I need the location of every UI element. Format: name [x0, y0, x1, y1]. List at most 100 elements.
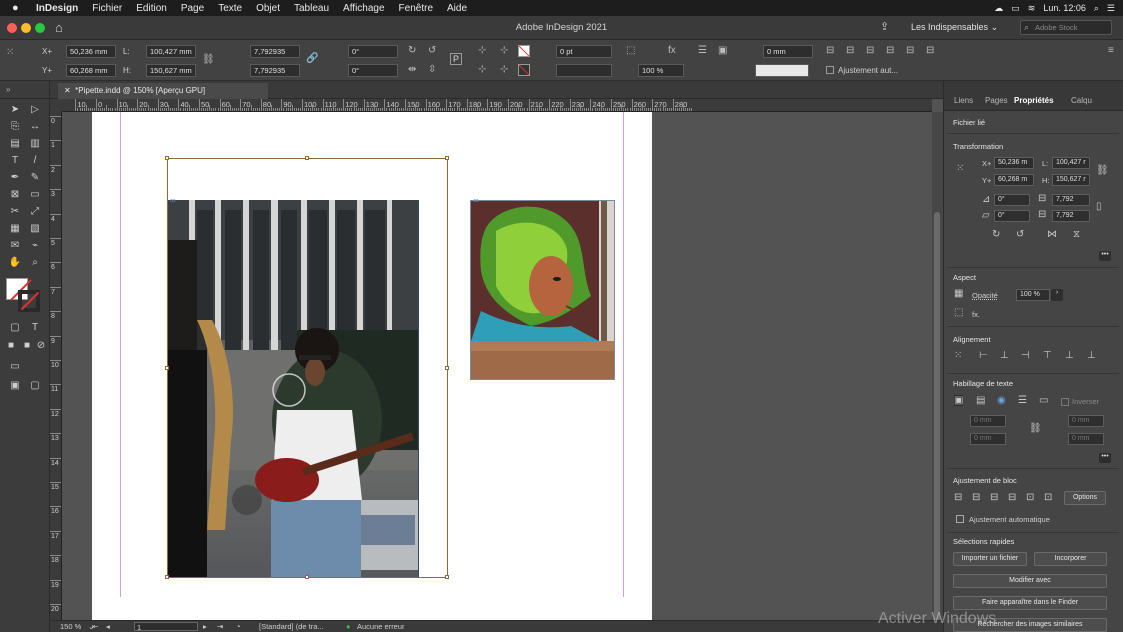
options-button[interactable]: Options	[1064, 491, 1106, 505]
align-bottom-edges-icon[interactable]: ⊥	[1087, 350, 1096, 361]
menu-edition[interactable]: Edition	[136, 3, 167, 14]
shear-field[interactable]: 0°	[348, 64, 398, 77]
tab-liens[interactable]: Liens	[954, 96, 973, 105]
frame-handle-bl[interactable]	[165, 575, 169, 579]
fill-frame-proportionally-icon[interactable]: ⊟	[954, 492, 962, 503]
stroke-weight-field[interactable]: 0 pt	[556, 45, 612, 58]
wifi-icon[interactable]: ≋	[1028, 3, 1036, 14]
placed-image-mural[interactable]	[470, 200, 615, 380]
preflight-status[interactable]: Aucune erreur	[357, 622, 405, 631]
menu-fichier[interactable]: Fichier	[92, 3, 122, 14]
flip-h-icon[interactable]: ⇹	[408, 64, 416, 75]
vertical-ruler[interactable]: 0 1 2 3 4 5 6 7 8 9 10 11 12 13 14 15 16 17 18 19 20	[50, 112, 62, 620]
battery-icon[interactable]: ▭	[1011, 3, 1020, 14]
type-tool-icon[interactable]: T	[7, 154, 23, 168]
apply-none-icon[interactable]: ⊘	[33, 339, 49, 353]
flip-indicator-icon[interactable]: P	[450, 53, 462, 65]
selection-tool-icon[interactable]: ➤	[7, 103, 23, 117]
scale-y-field[interactable]: 7,792935	[250, 64, 300, 77]
align-top-edges-icon[interactable]: ⊤	[1043, 350, 1052, 361]
share-icon[interactable]: ⇪	[880, 20, 889, 33]
prev-page-icon[interactable]: ◂	[106, 622, 110, 631]
link-badge-icon-2[interactable]: ∞	[473, 196, 479, 205]
page-tool-icon[interactable]: ⎘	[7, 120, 23, 134]
bleed-mode-icon[interactable]: ▢	[27, 379, 43, 393]
x-field[interactable]: 50,236 mm	[66, 45, 116, 58]
align-v-centers-icon[interactable]: ⊥	[1065, 350, 1074, 361]
menu-affichage[interactable]: Affichage	[343, 3, 385, 14]
spotlight-icon[interactable]: ⌕	[1094, 3, 1099, 14]
next-page-icon[interactable]: ▸	[203, 622, 207, 631]
page-number-field[interactable]: 1	[134, 622, 198, 632]
content-placer-icon[interactable]: ▥	[27, 137, 43, 151]
wrap-top-field[interactable]: 0 mm	[970, 415, 1006, 427]
jump-object-icon[interactable]: ☰	[1018, 395, 1027, 406]
document-tab[interactable]: ✕ *Pipette.indd @ 150% [Aperçu GPU]	[58, 83, 268, 99]
frame-handle-tl[interactable]	[165, 156, 169, 160]
direct-selection-tool-icon[interactable]: ▷	[27, 103, 43, 117]
note-tool-icon[interactable]: ✉	[7, 239, 23, 253]
h-field[interactable]: 150,627 mm	[146, 64, 196, 77]
y-field[interactable]: 60,268 mm	[66, 64, 116, 77]
panel-menu-icon[interactable]: ≡	[1108, 45, 1114, 56]
preflight-cycle-icon[interactable]: ◔	[236, 622, 241, 631]
opacity-label[interactable]: Opacité	[972, 291, 998, 300]
w-field[interactable]: 100,427 mm	[146, 45, 196, 58]
rotate-ccw-icon-panel[interactable]: ↺	[1016, 229, 1024, 240]
selected-frame-outline[interactable]	[167, 158, 448, 578]
rotate-cw-icon-panel[interactable]: ↻	[992, 229, 1000, 240]
close-tab-icon[interactable]: ✕	[64, 86, 71, 95]
wrap-shape-icon[interactable]: ◉	[997, 395, 1006, 406]
content-collector-icon[interactable]: ▤	[7, 137, 23, 151]
align-middle-icon[interactable]: ⊟	[906, 45, 914, 56]
vertical-scrollbar[interactable]	[932, 112, 943, 632]
wrap-around-icon[interactable]: ▣	[718, 45, 727, 56]
line-tool-icon[interactable]: /	[27, 154, 43, 168]
formatting-text-icon[interactable]: T	[27, 321, 43, 335]
align-right-edges-icon[interactable]: ⊣	[1021, 350, 1030, 361]
h-field-panel[interactable]: 150,627 r	[1052, 174, 1090, 186]
fit-content-proportionally-icon[interactable]: ⊟	[972, 492, 980, 503]
flip-v-icon-panel[interactable]: ⧖	[1073, 229, 1080, 240]
wrap-more-button[interactable]: •••	[1099, 453, 1111, 463]
scale-y-field-panel[interactable]: 7,792	[1052, 210, 1090, 222]
wrap-bottom-field[interactable]: 0 mm	[970, 433, 1006, 445]
scissors-tool-icon[interactable]: ✂	[7, 205, 23, 219]
frame-handle-bc[interactable]	[305, 575, 309, 579]
center-content-icon[interactable]: ⊡	[1026, 492, 1034, 503]
menu-texte[interactable]: Texte	[218, 3, 242, 14]
fx-label[interactable]: fx.	[972, 310, 980, 319]
flip-h-icon-panel[interactable]: ⋈	[1047, 229, 1057, 240]
align-h-centers-icon[interactable]: ⊥	[1000, 350, 1009, 361]
fit-frame-to-content-icon[interactable]: ⊟	[990, 492, 998, 503]
align-top-icon[interactable]: ⊟	[886, 45, 894, 56]
flip-v-icon[interactable]: ⇳	[428, 64, 436, 75]
pasteboard[interactable]: ∞ ∞	[62, 112, 932, 620]
gradient-feather-tool-icon[interactable]: ▧	[27, 222, 43, 236]
style-selector[interactable]: [Standard] (de tra...	[259, 622, 324, 631]
align-to-icon[interactable]: ⁙	[954, 350, 962, 361]
no-wrap-icon[interactable]: ▣	[954, 395, 964, 406]
menu-objet[interactable]: Objet	[256, 3, 280, 14]
rotation-field[interactable]: 0°	[348, 45, 398, 58]
frame-handle-br[interactable]	[445, 575, 449, 579]
menu-app[interactable]: InDesign	[36, 3, 78, 14]
wrap-right-field[interactable]: 0 mm	[1068, 433, 1104, 445]
fx-icon[interactable]: fx	[668, 45, 676, 56]
align-bottom-icon[interactable]: ⊟	[926, 45, 934, 56]
hand-tool-icon[interactable]: ✋	[7, 256, 23, 270]
wrap-left-field[interactable]: 0 mm	[1068, 415, 1104, 427]
corner-options-icon[interactable]: ⬚	[626, 45, 635, 56]
frame-fitting-field[interactable]	[755, 64, 809, 77]
screen-mode-icon[interactable]: ▭	[7, 360, 23, 374]
tab-pages[interactable]: Pages	[985, 96, 1008, 105]
tab-proprietes[interactable]: Propriétés	[1014, 96, 1054, 105]
import-file-button[interactable]: Importer un fichier	[953, 552, 1027, 566]
auto-fit-checkbox[interactable]	[826, 66, 834, 74]
reveal-in-finder-button[interactable]: Faire apparaître dans le Finder	[953, 596, 1107, 610]
rectangle-frame-tool-icon[interactable]: ⊠	[7, 188, 23, 202]
document-page[interactable]: ∞ ∞	[92, 112, 652, 620]
x-field-panel[interactable]: 50,236 m	[994, 157, 1034, 169]
preview-mode-icon[interactable]: ▣	[7, 379, 23, 393]
gap-field[interactable]: 0 mm	[763, 45, 813, 58]
